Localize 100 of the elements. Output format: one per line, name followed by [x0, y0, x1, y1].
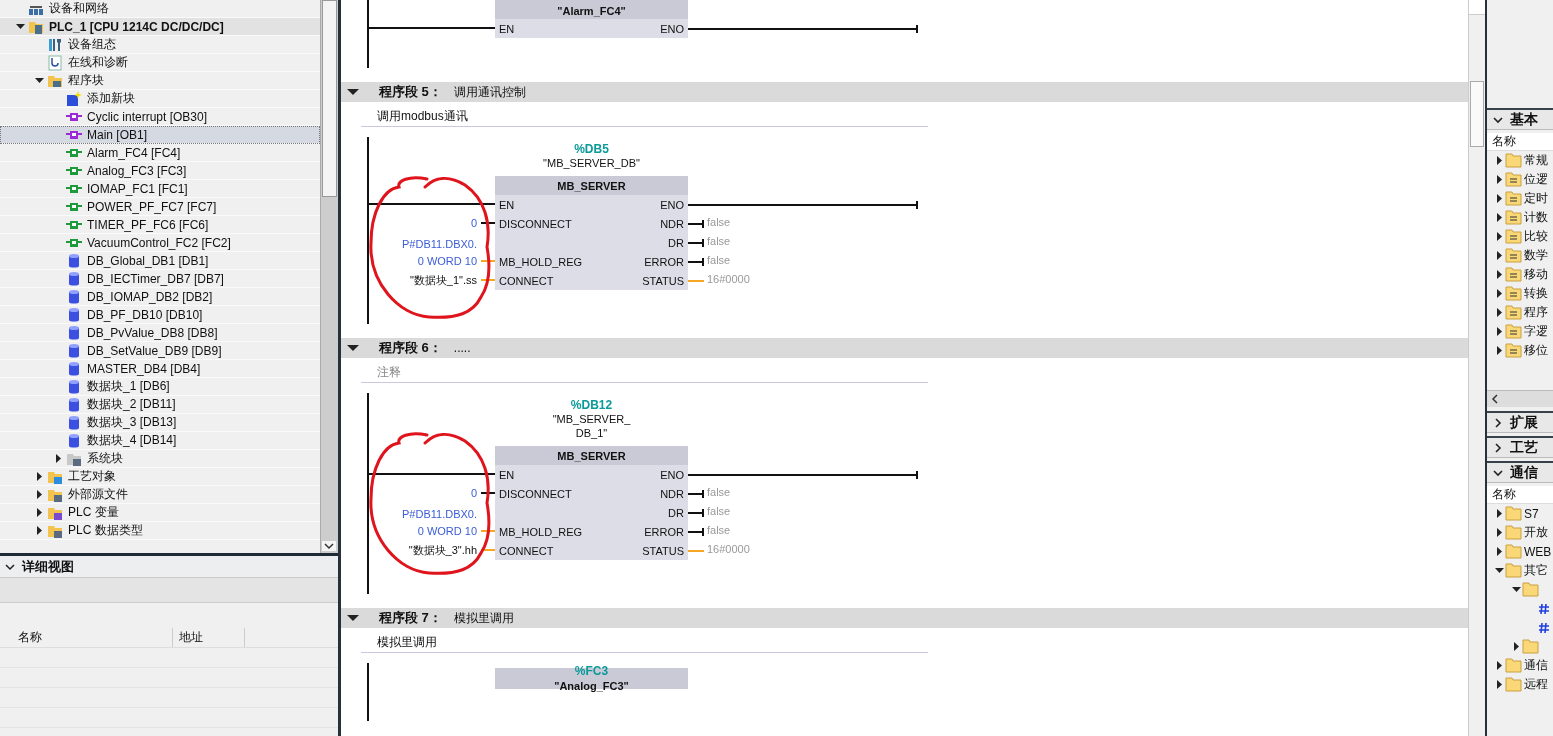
instruction-group[interactable]: 位逻: [1524, 171, 1548, 188]
input-value[interactable]: "数据块_3".hh: [408, 542, 477, 559]
collapse-chevron-icon[interactable]: [1492, 114, 1504, 125]
instruction-group[interactable]: 移动: [1524, 266, 1548, 283]
tree-item[interactable]: PLC 数据类型: [0, 522, 320, 540]
collapse-arrow-icon[interactable]: [347, 88, 359, 96]
instruction-icon[interactable]: [1539, 602, 1549, 615]
instruction-group[interactable]: 比较: [1524, 228, 1548, 245]
instruction-group[interactable]: 开放: [1524, 524, 1548, 541]
collapse-arrow-icon[interactable]: [1512, 585, 1521, 594]
collapse-arrow-icon[interactable]: [1495, 566, 1504, 575]
collapse-chevron-icon[interactable]: [4, 561, 16, 572]
tree-item[interactable]: 在线和诊断: [0, 54, 320, 72]
instruction-group[interactable]: WEB: [1524, 544, 1552, 559]
tree-item[interactable]: 数据块_3 [DB13]: [0, 414, 320, 432]
scrollbar[interactable]: [1487, 390, 1553, 407]
network-comment[interactable]: 模拟里调用: [377, 633, 437, 651]
instruction-group[interactable]: 字逻: [1524, 323, 1548, 340]
instruction-group[interactable]: 定时: [1524, 190, 1548, 207]
expand-arrow-icon[interactable]: [1495, 346, 1504, 355]
detail-view-header[interactable]: 详细视图: [0, 556, 338, 578]
expand-arrow-icon[interactable]: [1495, 547, 1504, 556]
expand-chevron-icon[interactable]: [1492, 417, 1504, 428]
expand-arrow-icon[interactable]: [1495, 308, 1504, 317]
tree-item[interactable]: PLC 变量: [0, 504, 320, 522]
expand-arrow-icon[interactable]: [1495, 289, 1504, 298]
input-value[interactable]: P#DB11.DBX0. 0 WORD 10: [402, 506, 477, 540]
section-header[interactable]: 基本: [1487, 108, 1553, 130]
tree-item[interactable]: POWER_PF_FC7 [FC7]: [0, 198, 320, 216]
section-header[interactable]: 工艺: [1487, 436, 1553, 458]
instruction-group[interactable]: 数学: [1524, 247, 1548, 264]
network-comment[interactable]: 调用modbus通讯: [377, 107, 468, 125]
tree-item[interactable]: Analog_FC3 [FC3]: [0, 162, 320, 180]
column-header[interactable]: 名称: [1487, 486, 1553, 504]
tree-item[interactable]: 系统块: [0, 450, 320, 468]
scrollbar[interactable]: [1468, 0, 1485, 736]
tree-item[interactable]: DB_SetValue_DB9 [DB9]: [0, 342, 320, 360]
expand-arrow-icon[interactable]: [35, 490, 44, 499]
tree-item[interactable]: DB_IOMAP_DB2 [DB2]: [0, 288, 320, 306]
network-header[interactable]: 程序段 6： .....: [341, 338, 1468, 358]
column-header[interactable]: 名称: [0, 628, 173, 647]
expand-arrow-icon[interactable]: [1495, 509, 1504, 518]
instruction-group[interactable]: 通信: [1524, 657, 1548, 674]
block-header[interactable]: "Alarm_FC4": [495, 0, 688, 21]
tree-item[interactable]: IOMAP_FC1 [FC1]: [0, 180, 320, 198]
expand-arrow-icon[interactable]: [54, 454, 63, 463]
instruction-group[interactable]: S7: [1524, 506, 1539, 521]
tree-item[interactable]: DB_Global_DB1 [DB1]: [0, 252, 320, 270]
expand-arrow-icon[interactable]: [1495, 156, 1504, 165]
collapse-arrow-icon[interactable]: [347, 344, 359, 352]
input-value[interactable]: "数据块_1".ss: [409, 272, 477, 289]
expand-arrow-icon[interactable]: [1495, 327, 1504, 336]
instruction-group[interactable]: 移位: [1524, 342, 1548, 359]
expand-arrow-icon[interactable]: [1495, 213, 1504, 222]
tree-item[interactable]: TIMER_PF_FC6 [FC6]: [0, 216, 320, 234]
collapse-arrow-icon[interactable]: [35, 76, 44, 85]
instruction-group[interactable]: 计数: [1524, 209, 1548, 226]
expand-arrow-icon[interactable]: [1512, 642, 1521, 651]
column-header[interactable]: 名称: [1487, 133, 1553, 151]
expand-arrow-icon[interactable]: [35, 472, 44, 481]
tree-item[interactable]: DB_PvValue_DB8 [DB8]: [0, 324, 320, 342]
comment-placeholder[interactable]: 注释: [377, 363, 401, 381]
expand-arrow-icon[interactable]: [1495, 175, 1504, 184]
collapse-arrow-icon[interactable]: [16, 22, 25, 31]
scrollbar[interactable]: [320, 0, 338, 553]
expand-arrow-icon[interactable]: [1495, 270, 1504, 279]
column-header[interactable]: 地址: [173, 628, 245, 647]
expand-chevron-icon[interactable]: [1492, 442, 1504, 453]
instruction-group[interactable]: 转换: [1524, 285, 1548, 302]
input-value[interactable]: 0: [470, 215, 477, 232]
tree-item[interactable]: 添加新块: [0, 90, 320, 108]
instruction-group[interactable]: 其它: [1524, 562, 1548, 579]
tree-item[interactable]: 外部源文件: [0, 486, 320, 504]
tree-item[interactable]: Alarm_FC4 [FC4]: [0, 144, 320, 162]
network-header[interactable]: 程序段 7： 模拟里调用: [341, 608, 1468, 628]
tree-item[interactable]: DB_IECTimer_DB7 [DB7]: [0, 270, 320, 288]
tree-item[interactable]: 工艺对象: [0, 468, 320, 486]
tree-item[interactable]: 数据块_4 [DB14]: [0, 432, 320, 450]
expand-arrow-icon[interactable]: [35, 526, 44, 535]
block-header[interactable]: MB_SERVER: [495, 176, 688, 195]
expand-arrow-icon[interactable]: [35, 508, 44, 517]
instruction-group[interactable]: 远程: [1524, 676, 1548, 693]
input-value[interactable]: P#DB11.DBX0. 0 WORD 10: [402, 236, 477, 270]
instruction-group[interactable]: 常规: [1524, 152, 1548, 169]
network-header[interactable]: 程序段 5： 调用通讯控制: [341, 82, 1468, 102]
expand-arrow-icon[interactable]: [1495, 680, 1504, 689]
tree-item[interactable]: MASTER_DB4 [DB4]: [0, 360, 320, 378]
instruction-icon[interactable]: [1539, 621, 1549, 634]
tree-item[interactable]: DB_PF_DB10 [DB10]: [0, 306, 320, 324]
expand-arrow-icon[interactable]: [1495, 232, 1504, 241]
scroll-left-icon[interactable]: [1490, 394, 1500, 404]
tree-item[interactable]: PLC_1 [CPU 1214C DC/DC/DC]: [0, 18, 320, 36]
expand-arrow-icon[interactable]: [1495, 528, 1504, 537]
collapse-chevron-icon[interactable]: [1492, 467, 1504, 478]
input-value[interactable]: 0: [470, 485, 477, 502]
tree-item[interactable]: 设备组态: [0, 36, 320, 54]
tree-item[interactable]: VacuumControl_FC2 [FC2]: [0, 234, 320, 252]
tree-item[interactable]: 数据块_2 [DB11]: [0, 396, 320, 414]
tree-item[interactable]: 程序块: [0, 72, 320, 90]
expand-arrow-icon[interactable]: [1495, 251, 1504, 260]
